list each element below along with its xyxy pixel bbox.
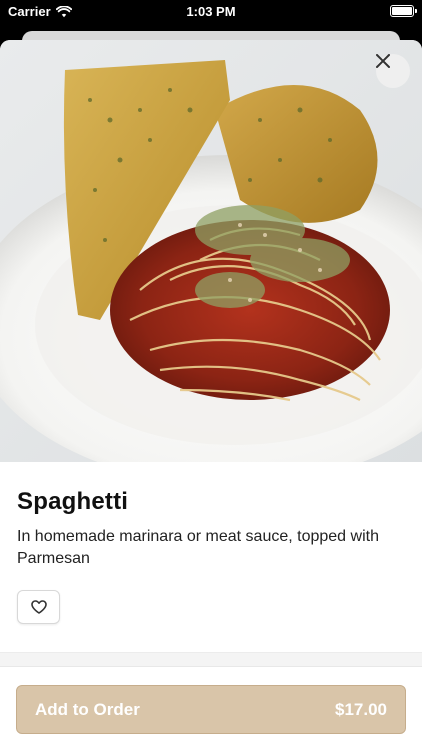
close-button[interactable] [376, 54, 410, 88]
add-to-order-button[interactable]: Add to Order $17.00 [16, 685, 406, 734]
item-description: In homemade marinara or meat sauce, topp… [17, 528, 379, 567]
section-divider [0, 652, 422, 666]
price-label: $17.00 [335, 699, 387, 719]
item-photo [0, 40, 422, 462]
item-info: Spaghetti In homemade marinara or meat s… [0, 462, 422, 624]
heart-icon [30, 600, 47, 614]
status-time: 1:03 PM [186, 4, 236, 19]
close-icon [376, 54, 390, 68]
item-detail-sheet: Spaghetti In homemade marinara or meat s… [0, 40, 422, 750]
order-footer: Add to Order $17.00 [0, 666, 422, 750]
battery-icon [390, 5, 417, 17]
status-bar: Carrier 1:03 PM [0, 0, 422, 24]
favorite-button[interactable] [17, 590, 60, 624]
spaghetti-illustration [0, 60, 422, 462]
item-title: Spaghetti [17, 488, 129, 515]
add-to-order-label: Add to Order [35, 699, 140, 719]
